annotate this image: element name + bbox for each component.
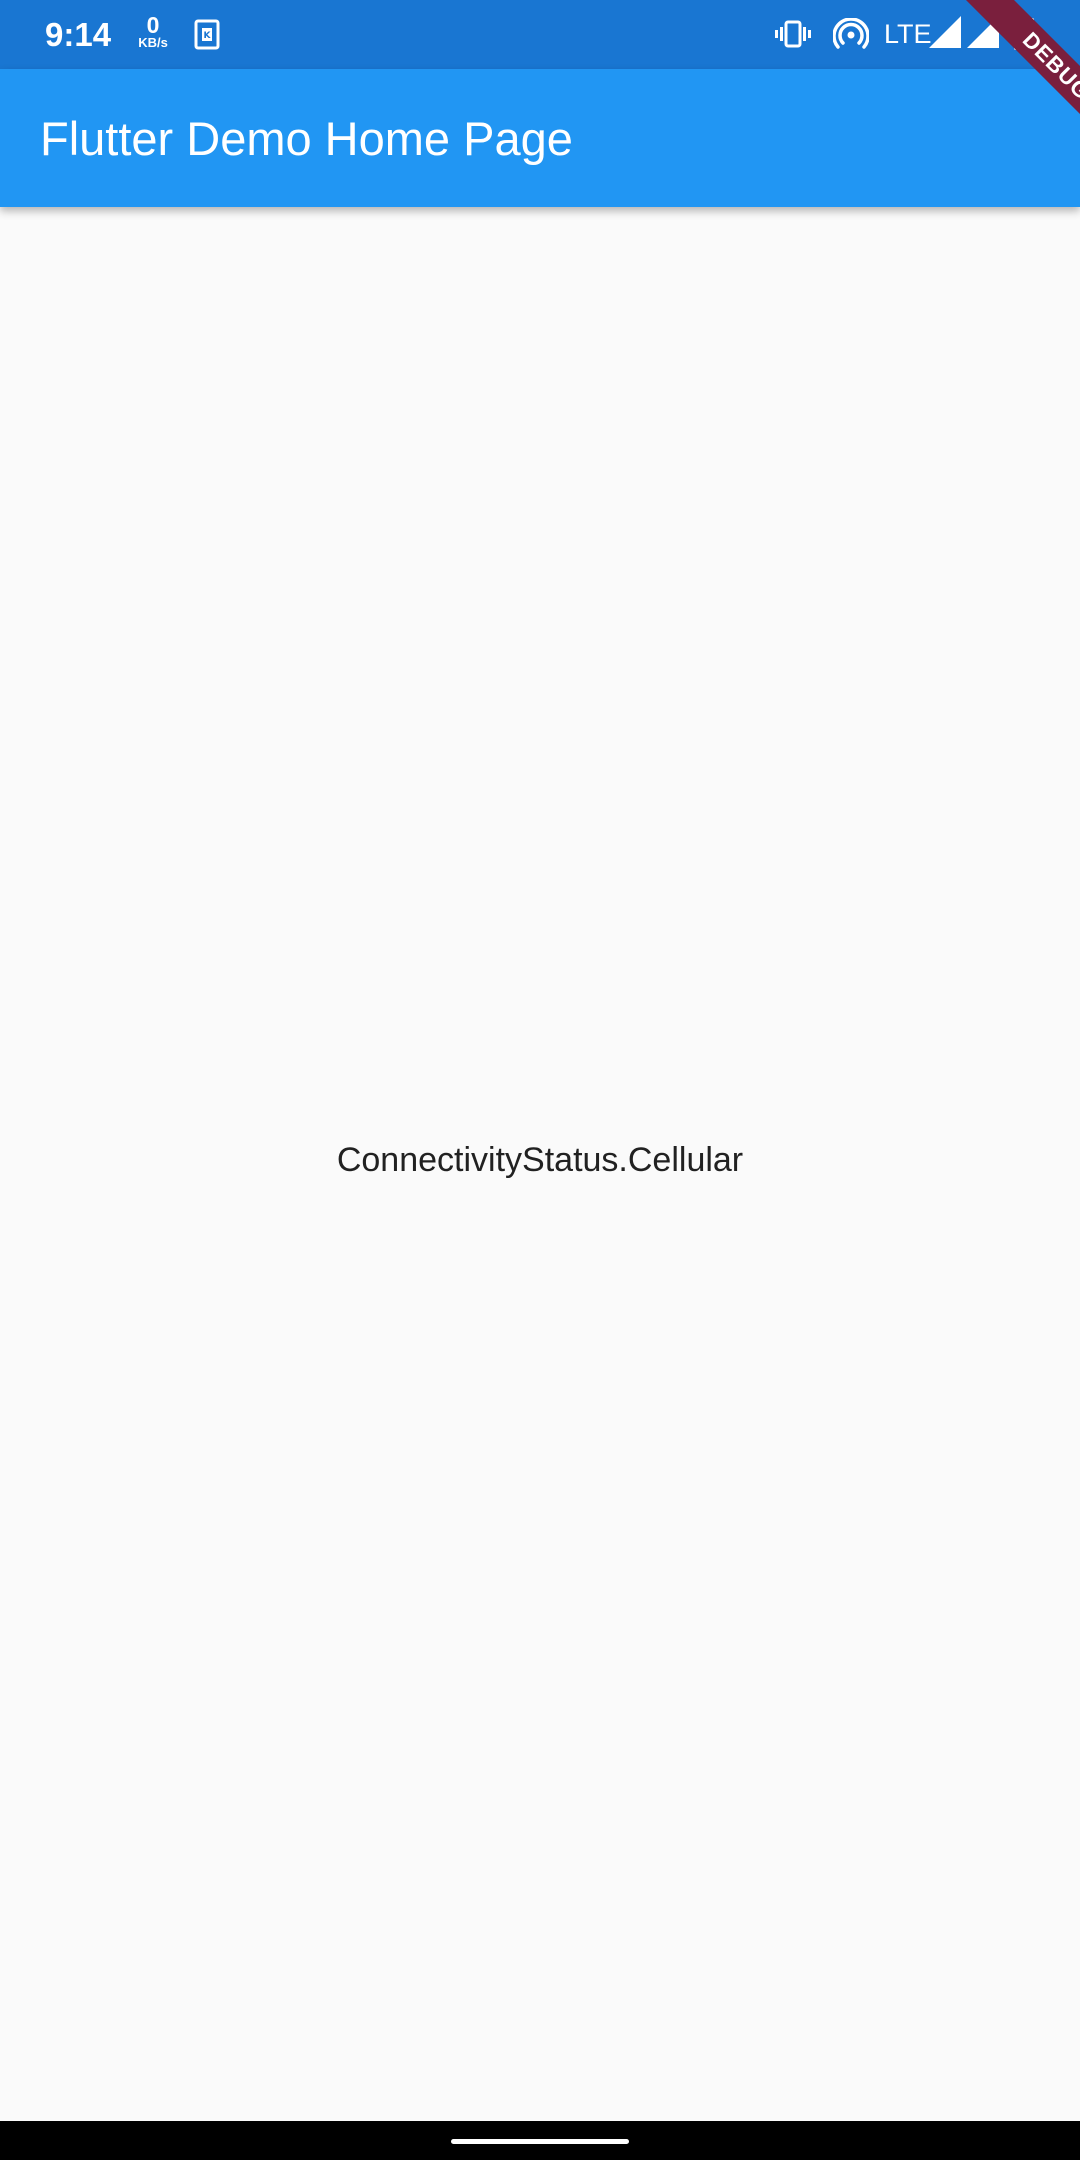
status-bar: 9:14 0 KB/s K LTE (0, 0, 1080, 69)
home-indicator[interactable] (451, 2139, 629, 2144)
connectivity-status-text: ConnectivityStatus.Cellular (336, 1141, 744, 1179)
sim-card-icon: K (194, 19, 220, 50)
signal-icon (929, 16, 961, 48)
vibrate-icon (775, 20, 811, 48)
main-content: ConnectivityStatus.Cellular (0, 207, 1080, 2121)
network-speed-value: 0 (146, 12, 160, 38)
signal-icon (967, 16, 999, 48)
page-title: Flutter Demo Home Page (40, 112, 573, 165)
network-speed: 0 KB/s (133, 14, 173, 50)
network-type-label: LTE (884, 19, 932, 49)
svg-text:K: K (204, 31, 212, 41)
app-bar: Flutter Demo Home Page (0, 69, 1080, 207)
status-time: 9:14 (45, 16, 112, 53)
navigation-bar (0, 2121, 1080, 2160)
network-speed-unit: KB/s (138, 35, 168, 50)
hotspot-icon (833, 18, 869, 49)
battery-icon (1014, 14, 1034, 50)
